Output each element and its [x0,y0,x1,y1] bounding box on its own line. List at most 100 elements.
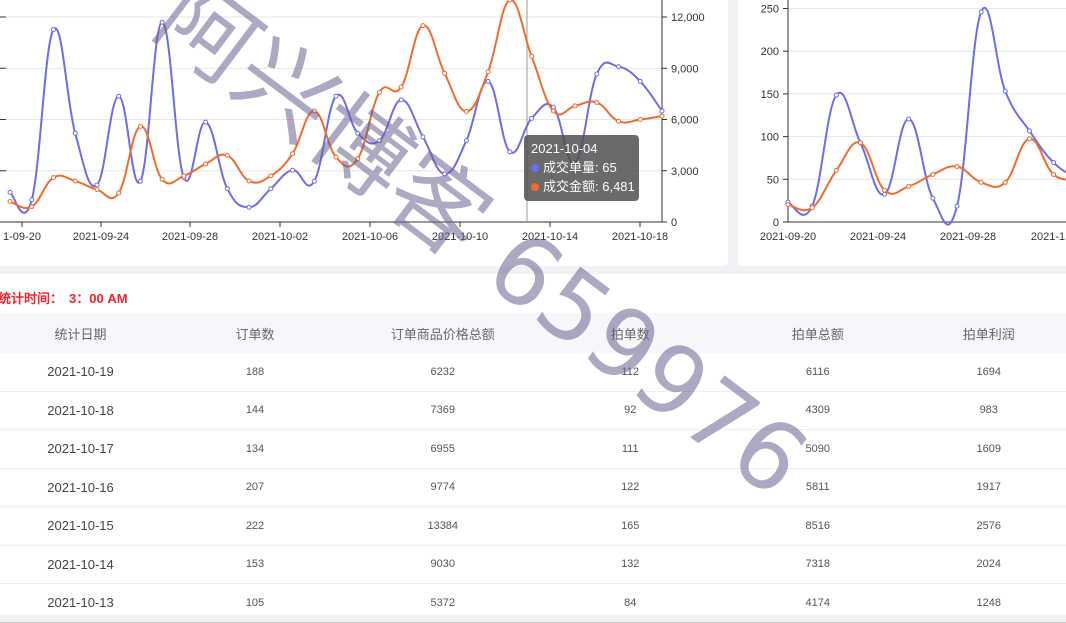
data-point[interactable] [530,54,534,58]
data-point[interactable] [73,131,77,135]
table-cell: 188 [161,353,349,391]
data-point[interactable] [399,85,403,89]
data-point[interactable] [334,155,338,159]
data-point[interactable] [204,120,208,124]
data-point[interactable] [356,131,360,135]
data-point[interactable] [1052,172,1056,176]
data-point[interactable] [955,204,959,208]
data-point[interactable] [508,150,512,154]
table-row[interactable]: 2021-10-17134695511150901609 [0,430,1066,469]
data-point[interactable] [883,192,887,196]
data-point[interactable] [464,109,468,113]
data-point[interactable] [660,114,664,118]
data-point[interactable] [617,119,621,123]
table-header-1[interactable]: 订单数 [161,313,349,353]
data-point[interactable] [786,203,790,207]
data-point[interactable] [834,93,838,97]
table-cell: 2021-10-19 [0,353,161,391]
data-point[interactable] [508,0,512,2]
table-row[interactable]: 2021-10-181447369924309983 [0,391,1066,430]
data-point[interactable] [247,205,251,209]
data-point[interactable] [73,179,77,183]
data-point[interactable] [551,109,555,113]
data-point[interactable] [182,174,186,178]
table-header-3[interactable]: 拍单数 [537,313,725,353]
data-point[interactable] [660,109,664,113]
data-point[interactable] [51,28,55,32]
table-row[interactable]: 2021-10-152221338416585162576 [0,507,1066,546]
data-point[interactable] [30,198,34,202]
data-point[interactable] [269,187,273,191]
table-row[interactable]: 2021-10-16207977412258111917 [0,468,1066,507]
table-row[interactable]: 2021-10-19188623211261161694 [0,353,1066,391]
data-point[interactable] [907,184,911,188]
data-point[interactable] [638,118,642,122]
data-point[interactable] [312,179,316,183]
data-point[interactable] [138,179,142,183]
table-cell: 5372 [349,584,537,623]
data-point[interactable] [356,157,360,161]
data-point[interactable] [883,188,887,192]
data-point[interactable] [1052,161,1056,165]
data-point[interactable] [1027,129,1031,133]
data-point[interactable] [979,180,983,184]
table-header-5[interactable]: 拍单利润 [912,313,1066,353]
data-point[interactable] [95,188,99,192]
data-point[interactable] [617,65,621,69]
data-point[interactable] [443,172,447,176]
data-point[interactable] [95,183,99,187]
data-point[interactable] [1003,89,1007,93]
data-point[interactable] [225,153,229,157]
data-point[interactable] [8,200,12,204]
data-point[interactable] [160,20,164,24]
data-point[interactable] [530,116,534,120]
data-point[interactable] [160,177,164,181]
data-point[interactable] [291,168,295,172]
data-point[interactable] [377,139,381,143]
data-point[interactable] [955,165,959,169]
data-point[interactable] [1003,180,1007,184]
data-point[interactable] [225,187,229,191]
data-point[interactable] [464,139,468,143]
data-point[interactable] [334,94,338,98]
data-point[interactable] [907,117,911,121]
data-point[interactable] [312,109,316,113]
data-point[interactable] [595,100,599,104]
data-point[interactable] [979,10,983,14]
data-point[interactable] [858,141,862,145]
data-point[interactable] [51,176,55,180]
data-point[interactable] [638,79,642,83]
table-cell: 84 [537,584,725,623]
table-header-2[interactable]: 订单商品价格总额 [349,313,537,353]
table-header-4[interactable]: 拍单总额 [724,313,912,353]
x-tick-label: 1-09-20 [3,231,41,243]
data-point[interactable] [399,98,403,102]
data-point[interactable] [443,71,447,75]
data-point[interactable] [138,124,142,128]
data-point[interactable] [931,196,935,200]
data-point[interactable] [834,168,838,172]
table-header-0[interactable]: 统计日期 [0,313,161,353]
data-point[interactable] [595,72,599,76]
data-point[interactable] [377,90,381,94]
data-point[interactable] [8,190,12,194]
table-cell: 9774 [349,468,537,507]
data-point[interactable] [486,79,490,83]
table-cell: 1609 [912,430,1066,469]
data-point[interactable] [1027,137,1031,141]
data-point[interactable] [291,152,295,156]
data-point[interactable] [247,179,251,183]
data-point[interactable] [573,104,577,108]
data-point[interactable] [117,94,121,98]
data-point[interactable] [421,24,425,28]
data-point[interactable] [421,135,425,139]
data-point[interactable] [810,206,814,210]
table-row[interactable]: 2021-10-14153903013273182024 [0,545,1066,584]
data-point[interactable] [269,174,273,178]
table-row[interactable]: 2021-10-1310553728441741248 [0,584,1066,623]
data-point[interactable] [30,205,34,209]
data-point[interactable] [117,191,121,195]
data-point[interactable] [931,172,935,176]
data-point[interactable] [204,162,208,166]
data-point[interactable] [486,70,490,74]
